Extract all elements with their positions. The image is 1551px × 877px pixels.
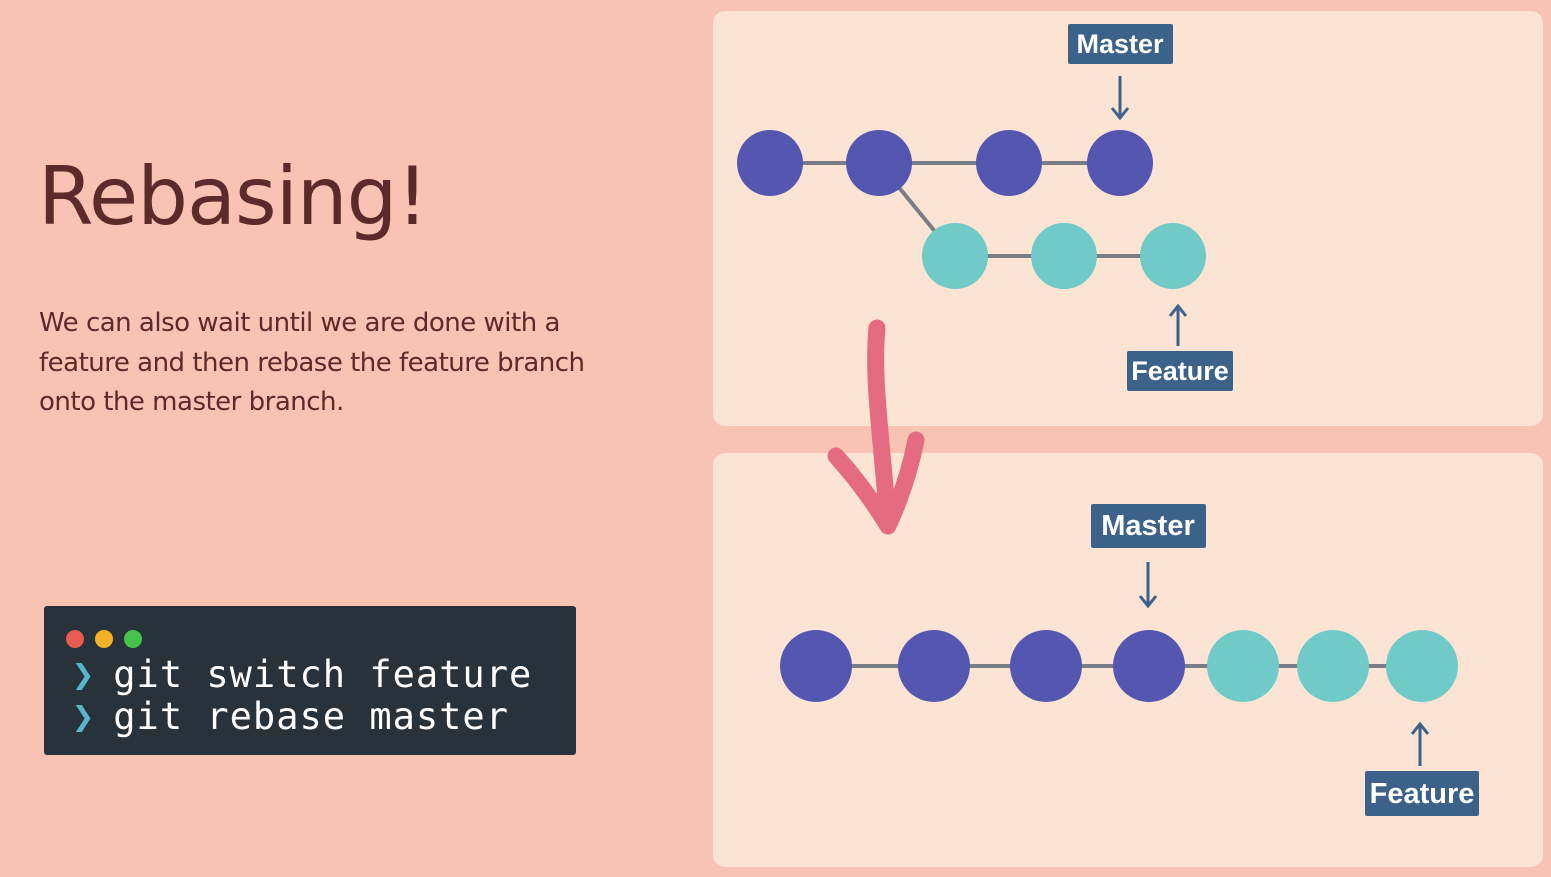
diagram-before: Master Feature	[737, 24, 1233, 391]
master-commit	[737, 130, 803, 196]
down-arrow-icon	[1110, 76, 1130, 121]
master-commit	[1010, 630, 1082, 702]
master-label: Master	[1101, 510, 1195, 542]
master-commit	[780, 630, 852, 702]
master-label: Master	[1076, 29, 1164, 59]
feature-commits	[922, 223, 1206, 289]
down-arrow-icon	[1138, 562, 1158, 609]
diagram-after: Master Feature	[780, 504, 1479, 816]
feature-commit	[1140, 223, 1206, 289]
master-commit	[976, 130, 1042, 196]
up-arrow-icon	[1168, 303, 1188, 346]
master-commit	[1087, 130, 1153, 196]
master-commit	[898, 630, 970, 702]
up-arrow-icon	[1410, 721, 1430, 766]
master-commit	[1113, 630, 1185, 702]
feature-commit	[922, 223, 988, 289]
feature-label: Feature	[1370, 778, 1475, 810]
feature-commit	[1386, 630, 1458, 702]
feature-label: Feature	[1131, 356, 1229, 386]
feature-commit	[1297, 630, 1369, 702]
feature-commit	[1207, 630, 1279, 702]
rebase-arrow-icon	[827, 319, 925, 535]
git-diagram: Master Feature Master Feature	[737, 24, 1479, 816]
feature-commit	[1031, 223, 1097, 289]
master-commit	[846, 130, 912, 196]
